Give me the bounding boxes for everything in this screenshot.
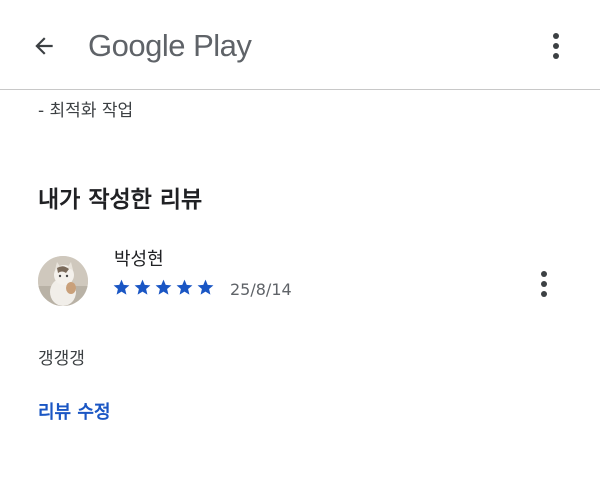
star-icon bbox=[155, 279, 172, 295]
more-options-button[interactable] bbox=[536, 24, 576, 68]
rating-stars bbox=[112, 278, 215, 300]
star-icon bbox=[197, 279, 214, 295]
star-icon bbox=[134, 279, 151, 295]
more-vert-icon bbox=[541, 271, 547, 297]
review-text: 갱갱갱 bbox=[38, 349, 85, 369]
page: Google Play - 최적화 작업 내가 작성한 리뷰 박성현 25/8/… bbox=[0, 0, 600, 482]
back-button[interactable] bbox=[22, 24, 66, 68]
reviewer-name: 박성현 bbox=[114, 249, 164, 270]
avatar bbox=[38, 256, 88, 306]
edit-review-button[interactable]: 리뷰 수정 bbox=[38, 398, 111, 428]
star-icon bbox=[113, 279, 130, 295]
my-review-heading: 내가 작성한 리뷰 bbox=[38, 187, 203, 213]
more-vert-icon bbox=[553, 33, 559, 59]
review-date: 25/8/14 bbox=[230, 280, 292, 299]
optimize-note: - 최적화 작업 bbox=[38, 101, 134, 121]
arrow-back-icon bbox=[35, 37, 53, 55]
app-title: Google Play bbox=[88, 28, 252, 63]
app-bar: Google Play bbox=[0, 0, 600, 90]
review-options-button[interactable] bbox=[524, 264, 564, 304]
review-item: 박성현 25/8/14 bbox=[0, 240, 600, 320]
star-icon bbox=[176, 279, 193, 295]
cat-avatar-image bbox=[38, 256, 88, 306]
